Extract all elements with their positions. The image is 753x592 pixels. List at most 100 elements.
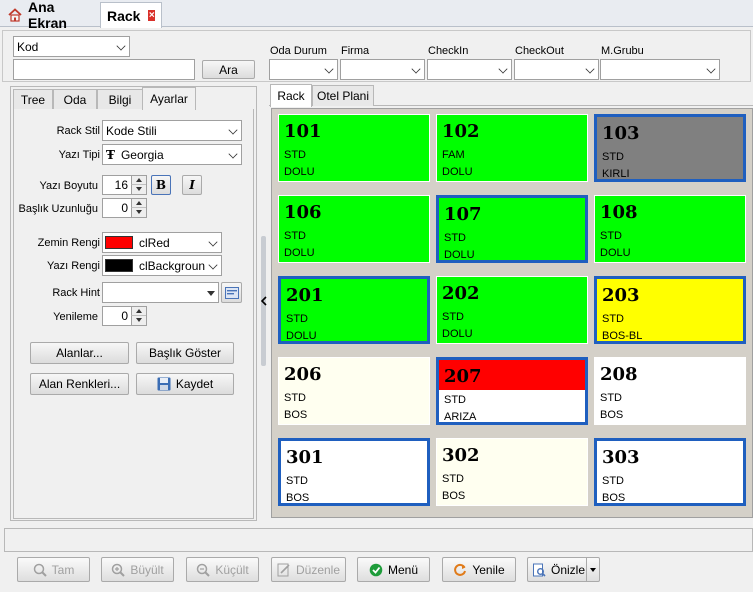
room-type: STD bbox=[602, 475, 624, 487]
tam-button[interactable]: Tam bbox=[17, 557, 90, 582]
search-input[interactable] bbox=[13, 59, 195, 80]
dropdown-arrow-icon bbox=[207, 291, 215, 296]
chevron-down-icon bbox=[585, 64, 595, 74]
room-type: STD bbox=[442, 311, 464, 323]
room-number: 303 bbox=[602, 447, 640, 468]
room-tile[interactable]: 206 STD BOS bbox=[278, 357, 430, 425]
rack-hint-picker-button[interactable] bbox=[221, 282, 242, 303]
checkin-select[interactable] bbox=[427, 59, 512, 80]
baslik-goster-button[interactable]: Başlık Göster bbox=[136, 342, 234, 364]
tab-rack-view[interactable]: Rack bbox=[270, 84, 312, 107]
filter-strip: Kod Ara Oda Durum Firma CheckIn CheckOut… bbox=[2, 30, 751, 82]
duzenle-button[interactable]: Düzenle bbox=[271, 557, 346, 582]
room-tile[interactable]: 101 STD DOLU bbox=[278, 114, 430, 182]
tab-ayarlar[interactable]: Ayarlar bbox=[142, 87, 196, 110]
tab-rack[interactable]: Rack × bbox=[100, 2, 162, 28]
buyult-button-label: Büyült bbox=[130, 562, 164, 577]
zemin-rengi-select[interactable]: clRed bbox=[102, 232, 222, 253]
room-type: STD bbox=[286, 475, 308, 487]
yenileme-stepper[interactable]: 0 bbox=[102, 306, 147, 326]
rack-hint-select[interactable] bbox=[102, 282, 219, 303]
yazi-rengi-select[interactable]: clBackgroun bbox=[102, 255, 222, 276]
baslik-uzunlugu-stepper[interactable]: 0 bbox=[102, 198, 147, 218]
panel-splitter[interactable] bbox=[259, 236, 267, 366]
onizle-button[interactable]: Önizle bbox=[527, 557, 600, 582]
room-type: FAM bbox=[442, 149, 465, 161]
yazi-boyutu-stepper[interactable]: 16 bbox=[102, 175, 147, 195]
alan-renkleri-button[interactable]: Alan Renkleri... bbox=[30, 373, 129, 395]
onizle-dropdown[interactable] bbox=[586, 558, 599, 581]
spin-down-icon[interactable] bbox=[131, 316, 146, 325]
room-tile[interactable]: 106 STD DOLU bbox=[278, 195, 430, 263]
room-status: DOLU bbox=[442, 166, 473, 178]
room-tile[interactable]: 301 STD BOS bbox=[278, 438, 430, 506]
room-tile[interactable]: 107 STD DOLU bbox=[436, 195, 588, 263]
room-tile[interactable]: 208 STD BOS bbox=[594, 357, 746, 425]
font-icon: Ŧ bbox=[106, 147, 115, 162]
room-tile[interactable]: 207 STD ARIZA bbox=[436, 357, 588, 425]
room-type: STD bbox=[600, 392, 622, 404]
room-type: STD bbox=[444, 232, 466, 244]
kucult-button-label: Küçült bbox=[215, 562, 249, 577]
spin-up-icon[interactable] bbox=[131, 199, 146, 208]
room-number: 208 bbox=[600, 364, 638, 385]
rack-stil-select[interactable]: Kode Stili bbox=[102, 120, 242, 141]
bold-button[interactable]: B bbox=[151, 175, 171, 195]
zemin-rengi-value: clRed bbox=[139, 235, 170, 250]
kaydet-button[interactable]: Kaydet bbox=[136, 373, 234, 395]
refresh-icon bbox=[454, 563, 467, 576]
close-icon[interactable]: × bbox=[148, 10, 155, 21]
yenileme-value: 0 bbox=[121, 309, 128, 323]
italic-button[interactable]: I bbox=[182, 175, 202, 195]
collapse-left-icon[interactable] bbox=[260, 296, 267, 306]
yazi-rengi-value: clBackgroun bbox=[139, 258, 206, 273]
edit-icon bbox=[277, 563, 290, 576]
buyult-button[interactable]: Büyült bbox=[101, 557, 174, 582]
menu-button[interactable]: Menü bbox=[357, 557, 430, 582]
yenile-button[interactable]: Yenile bbox=[442, 557, 516, 582]
home-icon bbox=[8, 7, 22, 22]
left-tab-bar: Tree Oda Bilgi Ayarlar bbox=[11, 87, 256, 110]
mgrubu-select[interactable] bbox=[600, 59, 720, 80]
zoom-in-icon bbox=[112, 563, 126, 577]
tab-otel-plani[interactable]: Otel Plani bbox=[312, 85, 374, 106]
yazi-boyutu-value: 16 bbox=[114, 178, 128, 192]
spin-down-icon[interactable] bbox=[131, 185, 146, 194]
chevron-down-icon bbox=[411, 64, 421, 74]
room-tile[interactable]: 303 STD BOS bbox=[594, 438, 746, 506]
room-type: STD bbox=[284, 149, 306, 161]
search-field-select[interactable]: Kod bbox=[13, 36, 130, 57]
spin-up-icon[interactable] bbox=[131, 307, 146, 316]
spin-down-icon[interactable] bbox=[131, 208, 146, 217]
room-type: STD bbox=[444, 394, 466, 406]
checkout-select[interactable] bbox=[514, 59, 599, 80]
room-status: DOLU bbox=[442, 328, 473, 340]
firma-select[interactable] bbox=[340, 59, 425, 80]
kucult-button[interactable]: Küçült bbox=[186, 557, 259, 582]
room-tile[interactable]: 202 STD DOLU bbox=[436, 276, 588, 344]
zoom-out-icon bbox=[197, 563, 211, 577]
room-tile[interactable]: 108 STD DOLU bbox=[594, 195, 746, 263]
print-preview-icon bbox=[533, 563, 546, 577]
alanlar-button[interactable]: Alanlar... bbox=[30, 342, 129, 364]
tab-bilgi[interactable]: Bilgi bbox=[97, 89, 143, 109]
room-tile[interactable]: 102 FAM DOLU bbox=[436, 114, 588, 182]
room-number: 301 bbox=[286, 447, 324, 468]
tab-ana-ekran[interactable]: Ana Ekran bbox=[2, 0, 98, 31]
settings-panel: Tree Oda Bilgi Ayarlar Rack Stil Kode St… bbox=[10, 86, 257, 521]
room-tile[interactable]: 203 STD BOS-BL bbox=[594, 276, 746, 344]
room-tile[interactable]: 103 STD KIRLI bbox=[594, 114, 746, 182]
chevron-down-icon bbox=[208, 237, 218, 247]
ara-button[interactable]: Ara bbox=[202, 60, 255, 79]
rack-panel: Rack Otel Plani 101 STD DOLU 102 FAM DOLU 103 S… bbox=[269, 84, 753, 521]
room-tile[interactable]: 201 STD DOLU bbox=[278, 276, 430, 344]
room-tile[interactable]: 302 STD BOS bbox=[436, 438, 588, 506]
yazi-tipi-select[interactable]: Ŧ Georgia bbox=[102, 144, 242, 165]
oda-durum-select[interactable] bbox=[269, 59, 338, 80]
color-swatch bbox=[105, 236, 133, 249]
tab-oda[interactable]: Oda bbox=[53, 89, 97, 109]
tab-ana-ekran-label: Ana Ekran bbox=[28, 0, 67, 31]
tab-tree[interactable]: Tree bbox=[13, 89, 53, 109]
room-status: DOLU bbox=[600, 247, 631, 259]
spin-up-icon[interactable] bbox=[131, 176, 146, 185]
